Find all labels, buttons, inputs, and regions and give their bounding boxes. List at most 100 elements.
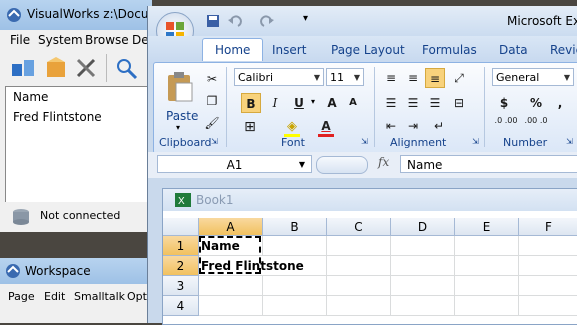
cell-D2[interactable]	[391, 256, 455, 276]
inspect-icon[interactable]	[114, 56, 140, 80]
comma-button[interactable]: ,	[550, 93, 570, 113]
cell-A1[interactable]: Name	[199, 236, 263, 256]
cell-D4[interactable]	[391, 296, 455, 316]
class-browser-icon[interactable]	[10, 56, 38, 80]
tab-data[interactable]: Data	[499, 43, 528, 57]
increase-decimal-button[interactable]: .0 .00	[492, 116, 520, 136]
cell-C2[interactable]	[327, 256, 391, 276]
decrease-indent-icon[interactable]: ⇤	[381, 116, 401, 136]
menu-browse[interactable]: Browse	[85, 33, 129, 47]
cell-A3[interactable]	[199, 276, 263, 296]
percent-button[interactable]: %	[526, 93, 546, 113]
cell-F2[interactable]	[519, 256, 577, 276]
cell-E4[interactable]	[455, 296, 519, 316]
row-header-3[interactable]: 3	[163, 276, 199, 296]
currency-button[interactable]: $	[494, 93, 514, 113]
cell-C3[interactable]	[327, 276, 391, 296]
excel-titlebar[interactable]: ▾ Microsoft Excel	[148, 6, 577, 50]
font-name-select[interactable]: Calibri ▼	[234, 68, 324, 86]
bold-button[interactable]: B	[241, 93, 261, 113]
quick-access-customize-icon[interactable]: ▾	[303, 13, 308, 24]
cell-E3[interactable]	[455, 276, 519, 296]
name-box[interactable]: A1 ▼	[157, 155, 312, 173]
list-item[interactable]: Fred Flintstone	[13, 110, 102, 124]
tab-formulas[interactable]: Formulas	[422, 43, 477, 57]
cut-icon[interactable]: ✂	[202, 69, 222, 89]
visualworks-titlebar[interactable]: VisualWorks z:\Documents	[0, 0, 186, 30]
cell-F4[interactable]	[519, 296, 577, 316]
tools-icon[interactable]	[74, 56, 100, 80]
cell-B2[interactable]	[263, 256, 327, 276]
align-center-icon[interactable]: ☰	[403, 93, 423, 113]
font-launcher-icon[interactable]: ⇲	[361, 137, 368, 146]
formula-input[interactable]: Name	[400, 155, 577, 173]
workspace-titlebar[interactable]: Workspace	[0, 258, 152, 284]
redo-icon[interactable]	[258, 14, 280, 28]
underline-button[interactable]: U	[289, 93, 309, 113]
row-header-4[interactable]: 4	[163, 296, 199, 316]
borders-icon[interactable]: ⊞	[240, 117, 260, 137]
menu-smalltalk[interactable]: Smalltalk	[74, 290, 125, 303]
select-all-button[interactable]	[163, 218, 199, 236]
format-painter-icon[interactable]: 🖌	[202, 113, 222, 133]
visualworks-list[interactable]: Name Fred Flintstone	[5, 86, 154, 204]
font-color-icon[interactable]: A	[316, 116, 336, 136]
cell-A2[interactable]: Fred Flintstone	[199, 256, 304, 276]
menu-edit[interactable]: Edit	[44, 290, 65, 303]
align-right-icon[interactable]: ☰	[425, 93, 445, 113]
cell-D1[interactable]	[391, 236, 455, 256]
menu-page[interactable]: Page	[8, 290, 35, 303]
tab-home[interactable]: Home	[202, 38, 264, 61]
paste-button[interactable]: Paste	[166, 109, 198, 123]
cell-C1[interactable]	[327, 236, 391, 256]
workbook-titlebar[interactable]: X Book1	[163, 189, 577, 211]
menu-file[interactable]: File	[10, 33, 30, 47]
align-top-icon[interactable]: ≡	[381, 68, 401, 88]
column-header-F[interactable]: F	[519, 218, 577, 236]
merge-center-icon[interactable]: ⊟	[449, 93, 469, 113]
clipboard-launcher-icon[interactable]: ⇲	[211, 137, 218, 146]
cell-A4[interactable]	[199, 296, 263, 316]
orientation-icon[interactable]: ⤢	[449, 68, 469, 88]
alignment-launcher-icon[interactable]: ⇲	[472, 137, 479, 146]
cell-D3[interactable]	[391, 276, 455, 296]
align-left-icon[interactable]: ☰	[381, 93, 401, 113]
save-icon[interactable]	[206, 14, 220, 28]
tab-insert[interactable]: Insert	[272, 43, 306, 57]
tab-page-layout[interactable]: Page Layout	[331, 43, 405, 57]
formula-bar-handle[interactable]	[316, 156, 368, 174]
column-header-A[interactable]: A	[199, 218, 263, 236]
list-item[interactable]: Name	[13, 90, 48, 104]
cell-F1[interactable]	[519, 236, 577, 256]
cell-B1[interactable]	[263, 236, 327, 256]
align-bottom-icon[interactable]: ≡	[425, 68, 445, 88]
cell-F3[interactable]	[519, 276, 577, 296]
paste-dropdown-icon[interactable]: ▾	[176, 123, 180, 132]
number-launcher-icon[interactable]: ⇲	[566, 137, 573, 146]
cell-B4[interactable]	[263, 296, 327, 316]
italic-button[interactable]: I	[265, 93, 285, 113]
underline-dropdown-icon[interactable]: ▾	[311, 97, 315, 106]
align-middle-icon[interactable]: ≡	[403, 68, 423, 88]
row-header-1[interactable]: 1	[163, 236, 199, 256]
grow-font-button[interactable]: A	[322, 93, 342, 113]
cell-E2[interactable]	[455, 256, 519, 276]
shrink-font-button[interactable]: A	[343, 93, 363, 113]
cell-E1[interactable]	[455, 236, 519, 256]
wrap-text-icon[interactable]: ↵	[429, 116, 449, 136]
increase-indent-icon[interactable]: ⇥	[403, 116, 423, 136]
cell-B3[interactable]	[263, 276, 327, 296]
column-header-E[interactable]: E	[455, 218, 519, 236]
column-header-B[interactable]: B	[263, 218, 327, 236]
undo-icon[interactable]	[228, 14, 250, 28]
number-format-select[interactable]: General ▼	[492, 68, 574, 86]
paste-icon[interactable]	[166, 71, 194, 103]
menu-system[interactable]: System	[38, 33, 83, 47]
column-header-D[interactable]: D	[391, 218, 455, 236]
decrease-decimal-button[interactable]: .00 .0	[522, 116, 550, 136]
row-header-2[interactable]: 2	[163, 256, 199, 276]
font-size-select[interactable]: 11 ▼	[326, 68, 364, 86]
tab-review[interactable]: Review	[550, 43, 577, 57]
insert-function-icon[interactable]: fx	[378, 155, 398, 173]
cell-C4[interactable]	[327, 296, 391, 316]
